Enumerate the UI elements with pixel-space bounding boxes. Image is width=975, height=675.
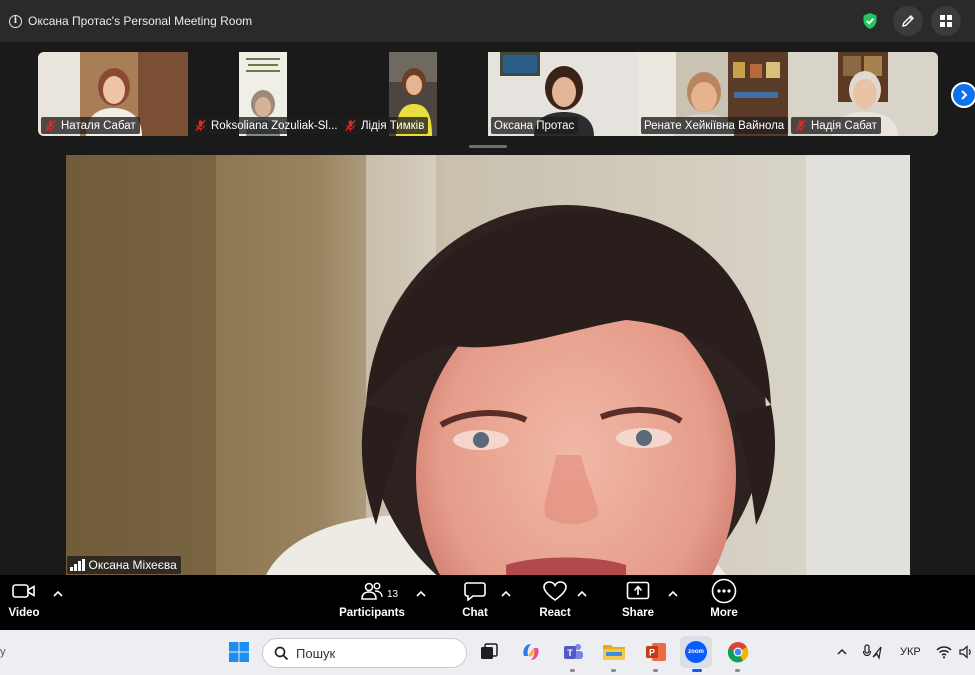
participant-tile[interactable]: Наталя Сабат bbox=[38, 52, 188, 136]
participant-gallery-strip: Наталя Сабат Roksoliana Zozuliak-Sl... Л… bbox=[0, 42, 975, 150]
show-hidden-icons-chevron-icon[interactable] bbox=[836, 647, 848, 657]
participant-name-label: Лідія Тимків bbox=[341, 117, 429, 134]
chat-bubble-icon bbox=[464, 582, 486, 601]
language-indicator[interactable]: УКР bbox=[900, 646, 921, 658]
video-camera-icon bbox=[12, 584, 35, 598]
heart-icon bbox=[543, 580, 567, 601]
signal-strength-icon bbox=[70, 559, 85, 571]
teams-icon: T bbox=[564, 644, 583, 659]
participants-count: 13 bbox=[387, 589, 399, 600]
chrome-running-indicator bbox=[735, 669, 740, 672]
more-options-icon bbox=[711, 578, 737, 604]
chat-options-caret-icon[interactable] bbox=[500, 589, 512, 599]
participants-options-caret-icon[interactable] bbox=[415, 589, 427, 599]
chrome-app[interactable] bbox=[725, 639, 751, 665]
participant-name-label: Roksoliana Zozuliak-Sl... bbox=[191, 117, 338, 134]
speaker-video-image bbox=[66, 155, 910, 575]
participant-tile[interactable]: Roksoliana Zozuliak-Sl... bbox=[188, 52, 338, 136]
chrome-icon bbox=[727, 642, 749, 663]
more-button[interactable]: More bbox=[706, 575, 742, 630]
copilot-icon bbox=[523, 644, 539, 660]
folder-icon bbox=[603, 645, 625, 660]
share-screen-icon bbox=[626, 581, 650, 600]
windows-taskbar: у Пошук T P zoom УКР bbox=[0, 630, 975, 675]
mic-muted-icon bbox=[795, 119, 806, 132]
participant-tile[interactable]: Ренате Хейкіївна Вайнола bbox=[638, 52, 788, 136]
participant-tile[interactable]: Лідія Тимків bbox=[338, 52, 488, 136]
mic-muted-icon bbox=[45, 119, 56, 132]
share-options-caret-icon[interactable] bbox=[667, 589, 679, 599]
active-speaker-video: Оксана Міхеєва bbox=[66, 155, 910, 575]
svg-text:T: T bbox=[567, 648, 573, 658]
zoom-active-indicator bbox=[692, 669, 702, 672]
meeting-controls-bar: Video Participants 13 Chat React Share M… bbox=[0, 575, 975, 630]
speaker-volume-icon[interactable] bbox=[959, 645, 973, 659]
task-view-button[interactable] bbox=[476, 639, 502, 665]
zoom-app[interactable]: zoom bbox=[680, 636, 712, 668]
wifi-icon[interactable] bbox=[936, 645, 952, 659]
security-shield-icon[interactable] bbox=[855, 6, 885, 36]
powerpoint-running-indicator bbox=[653, 669, 658, 672]
annotate-pencil-icon[interactable] bbox=[893, 6, 923, 36]
powerpoint-app[interactable]: P bbox=[643, 639, 669, 665]
chevron-right-icon bbox=[961, 90, 968, 100]
participant-name-label: Ренате Хейкіївна Вайнола bbox=[641, 117, 788, 134]
search-icon bbox=[274, 646, 289, 660]
share-button[interactable]: Share bbox=[620, 575, 656, 630]
teams-app[interactable]: T bbox=[560, 639, 586, 665]
taskbar-edge-text: у bbox=[0, 646, 6, 658]
resize-handle[interactable] bbox=[469, 145, 507, 148]
taskbar-search-input[interactable]: Пошук bbox=[262, 638, 467, 668]
teams-running-indicator bbox=[570, 669, 575, 672]
participants-button[interactable]: Participants bbox=[338, 575, 406, 630]
task-view-icon bbox=[481, 643, 498, 659]
mic-muted-icon bbox=[195, 119, 206, 132]
participant-name-label: Надія Сабат bbox=[791, 117, 881, 134]
chat-button[interactable]: Chat bbox=[458, 575, 492, 630]
video-options-caret-icon[interactable] bbox=[52, 589, 64, 599]
window-title: Оксана Протас's Personal Meeting Room bbox=[28, 14, 253, 28]
start-button[interactable] bbox=[226, 639, 252, 665]
microphone-location-icon[interactable] bbox=[863, 644, 883, 660]
participant-name-label: Наталя Сабат bbox=[41, 117, 140, 134]
participant-name-label: Оксана Протас bbox=[491, 117, 579, 134]
zoom-app-text: zoom bbox=[688, 649, 704, 655]
explorer-running-indicator bbox=[611, 669, 616, 672]
participants-icon bbox=[361, 582, 383, 600]
gallery-view-icon[interactable] bbox=[931, 6, 961, 36]
info-icon[interactable]: i bbox=[9, 14, 22, 28]
video-button[interactable]: Video bbox=[6, 575, 42, 630]
participant-tile[interactable]: Надія Сабат bbox=[788, 52, 938, 136]
react-options-caret-icon[interactable] bbox=[576, 589, 588, 599]
next-page-button[interactable] bbox=[951, 82, 975, 108]
copilot-app[interactable] bbox=[518, 639, 544, 665]
title-bar: i Оксана Протас's Personal Meeting Room bbox=[0, 0, 975, 42]
participant-tile[interactable]: Оксана Протас bbox=[488, 52, 638, 136]
file-explorer-app[interactable] bbox=[601, 639, 627, 665]
windows-logo-icon bbox=[229, 642, 249, 662]
powerpoint-icon: P bbox=[646, 643, 666, 661]
react-button[interactable]: React bbox=[536, 575, 574, 630]
mic-muted-icon bbox=[345, 119, 356, 132]
svg-text:P: P bbox=[649, 648, 655, 658]
speaker-name-label: Оксана Міхеєва bbox=[67, 556, 181, 574]
